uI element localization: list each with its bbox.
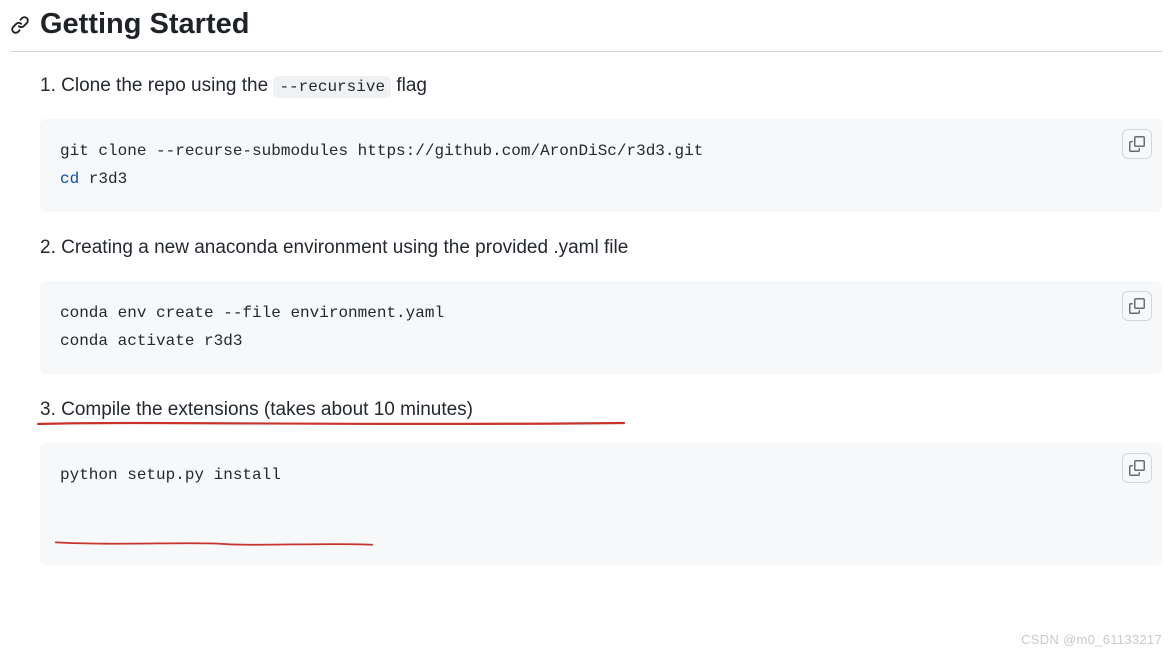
code-line: git clone --recurse-submodules https://g…	[60, 142, 703, 160]
step-3-annotation-wrap: 3. Compile the extensions (takes about 1…	[40, 396, 1162, 425]
watermark: CSDN @m0_61133217	[1021, 632, 1162, 647]
step-1: 1. Clone the repo using the --recursive …	[40, 72, 1162, 212]
code-block-3: python setup.py install	[40, 443, 1162, 565]
code-line: python setup.py install	[60, 466, 281, 484]
step-1-text-after: flag	[391, 75, 427, 96]
copy-button[interactable]	[1122, 291, 1152, 321]
code-line: conda activate r3d3	[60, 332, 242, 350]
step-3: 3. Compile the extensions (takes about 1…	[40, 396, 1162, 565]
link-icon[interactable]	[10, 15, 30, 35]
steps-list: 1. Clone the repo using the --recursive …	[10, 72, 1162, 565]
step-2: 2. Creating a new anaconda environment u…	[40, 234, 1162, 374]
code-rest: r3d3	[79, 170, 127, 188]
copy-button[interactable]	[1122, 453, 1152, 483]
step-3-label: 3. Compile the extensions (takes about 1…	[40, 396, 1162, 425]
copy-button[interactable]	[1122, 129, 1152, 159]
code-keyword-cd: cd	[60, 170, 79, 188]
code-block-1: git clone --recurse-submodules https://g…	[40, 119, 1162, 213]
section-heading: Getting Started	[40, 8, 249, 41]
section-heading-row: Getting Started	[10, 8, 1162, 52]
step-2-label: 2. Creating a new anaconda environment u…	[40, 234, 1162, 263]
step-1-text-before: 1. Clone the repo using the	[40, 75, 273, 96]
inline-code-recursive: --recursive	[273, 76, 391, 98]
step-1-label: 1. Clone the repo using the --recursive …	[40, 72, 1162, 101]
code-block-2: conda env create --file environment.yaml…	[40, 281, 1162, 375]
code-line: conda env create --file environment.yaml	[60, 304, 444, 322]
